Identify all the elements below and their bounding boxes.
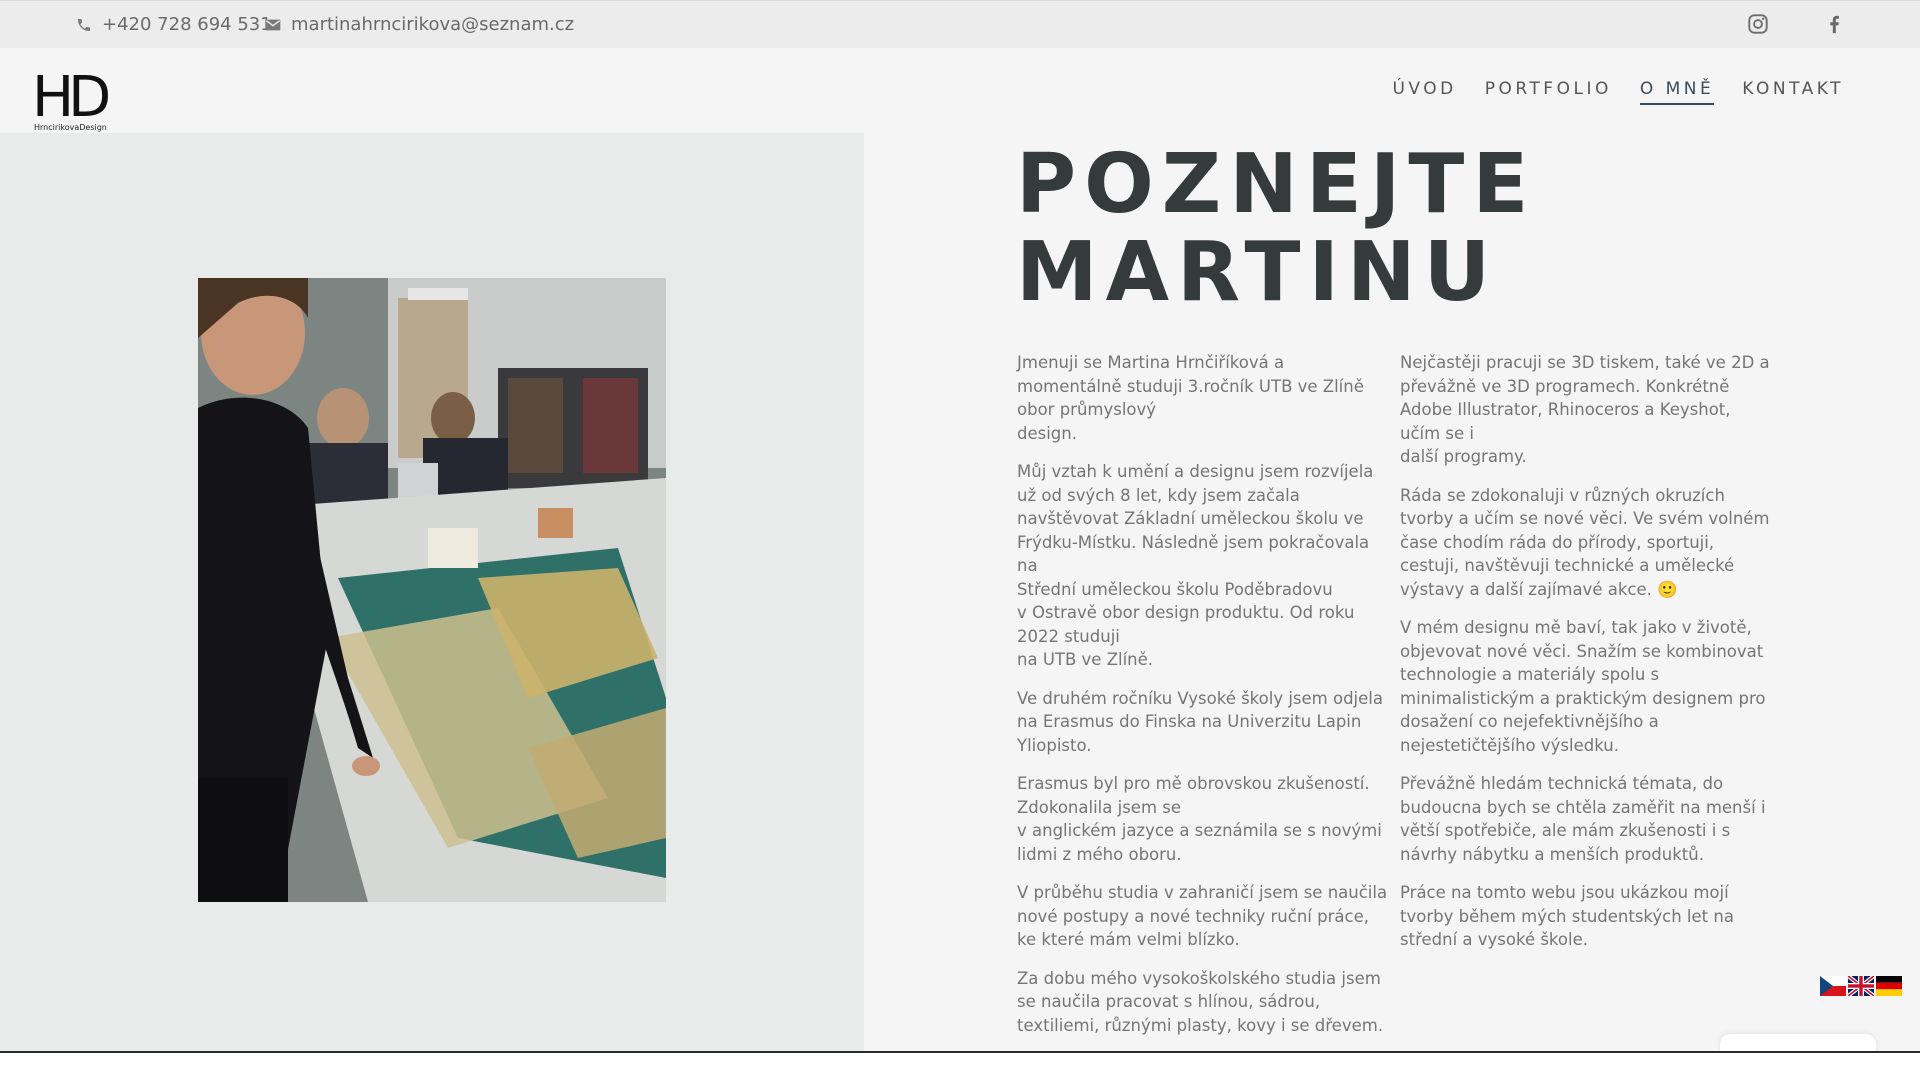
about-paragraph: Ve druhém ročníku Vysoké školy jsem odje… bbox=[1017, 688, 1383, 755]
nav-item-portfolio[interactable]: PORTFOLIO bbox=[1485, 79, 1612, 105]
phone-icon bbox=[76, 17, 92, 33]
instagram-icon[interactable] bbox=[1747, 13, 1769, 35]
about-paragraph: Ráda se zdokonaluji v různých okruzích t… bbox=[1400, 485, 1770, 599]
nav-item-uvod[interactable]: ÚVOD bbox=[1392, 79, 1456, 105]
page-title: POZNEJTE MARTINU bbox=[1016, 141, 1536, 317]
german-flag-icon[interactable] bbox=[1876, 976, 1902, 996]
email-address: martinahrncirikova@seznam.cz bbox=[291, 14, 575, 35]
facebook-icon[interactable] bbox=[1823, 13, 1845, 35]
about-paragraph: V mém designu mě baví, tak jako v životě… bbox=[1400, 618, 1766, 755]
phone-contact[interactable]: +420 728 694 531 bbox=[76, 1, 272, 48]
page-frame: +420 728 694 531 martinahrncirikova@sezn… bbox=[0, 0, 1920, 1053]
portrait-photo bbox=[198, 278, 666, 902]
page-title-line-1: POZNEJTE bbox=[1016, 137, 1537, 232]
about-paragraph: Erasmus byl pro mě obrovskou zkušeností.… bbox=[1017, 774, 1382, 864]
about-paragraph: Jmenuji se Martina Hrnčiříková a momentá… bbox=[1017, 353, 1364, 443]
nav-item-o-mne[interactable]: O MNĚ bbox=[1639, 79, 1715, 105]
about-text-left-column: Jmenuji se Martina Hrnčiříková a momentá… bbox=[1017, 351, 1389, 1051]
about-text-right-column: Nejčastěji pracuji se 3D tiskem, také ve… bbox=[1400, 351, 1772, 967]
phone-number: +420 728 694 531 bbox=[102, 14, 272, 35]
logo-mark: HD bbox=[34, 68, 108, 130]
about-paragraph: V průběhu studia v zahraničí jsem se nau… bbox=[1017, 883, 1388, 949]
uk-flag-icon[interactable] bbox=[1846, 974, 1876, 998]
about-paragraph: Převážně hledám technická témata, do bud… bbox=[1400, 774, 1766, 864]
photo-panel bbox=[0, 133, 864, 1051]
top-contact-bar: +420 728 694 531 martinahrncirikova@sezn… bbox=[0, 1, 1920, 48]
about-paragraph: Můj vztah k umění a designu jsem rozvíje… bbox=[1017, 462, 1374, 669]
site-logo[interactable]: HD HrncirikovaDesign bbox=[32, 65, 114, 132]
envelope-icon bbox=[265, 18, 281, 32]
main-navigation: ÚVOD PORTFOLIO O MNĚ KONTAKT bbox=[1392, 79, 1844, 105]
about-paragraph: Nejčastěji pracuji se 3D tiskem, také ve… bbox=[1400, 353, 1770, 466]
email-contact[interactable]: martinahrncirikova@seznam.cz bbox=[265, 1, 574, 48]
logo-text: HrncirikovaDesign bbox=[34, 123, 107, 132]
about-paragraph: Práce na tomto webu jsou ukázkou mojí tv… bbox=[1400, 883, 1734, 949]
page-title-line-2: MARTINU bbox=[1016, 225, 1499, 320]
nav-item-kontakt[interactable]: KONTAKT bbox=[1742, 79, 1844, 105]
about-paragraph: Za dobu mého vysokoškolského studia jsem… bbox=[1017, 968, 1384, 1035]
czech-flag-icon[interactable] bbox=[1820, 976, 1846, 996]
chat-widget-tab[interactable] bbox=[1720, 1034, 1876, 1051]
language-switcher bbox=[1820, 974, 1902, 998]
